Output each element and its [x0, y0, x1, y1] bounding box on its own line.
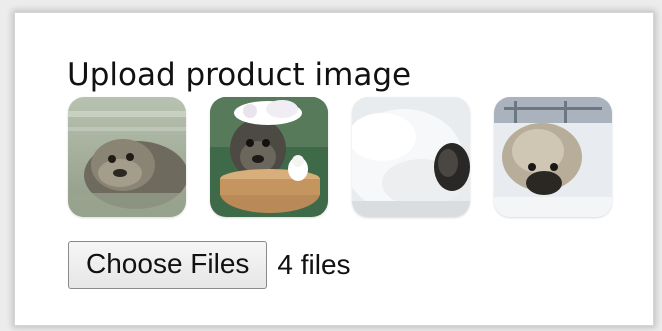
thumbnail-1	[68, 97, 186, 217]
seal-photo-1-image	[68, 97, 186, 217]
seal-photo-4-image	[494, 97, 612, 217]
file-uploader: Choose Files 4 files	[68, 241, 351, 289]
seal-photo-2-image	[210, 97, 328, 217]
upload-title: Upload product image	[67, 57, 412, 93]
thumbnail-3	[352, 97, 470, 217]
file-count-label: 4 files	[277, 249, 351, 280]
upload-panel: Upload product image Choose Files 4 file…	[14, 12, 654, 326]
thumbnail-2	[210, 97, 328, 217]
choose-files-button[interactable]: Choose Files	[68, 241, 268, 289]
thumbnail-strip	[68, 97, 612, 217]
thumbnail-4	[494, 97, 612, 217]
seal-photo-3-image	[352, 97, 470, 217]
